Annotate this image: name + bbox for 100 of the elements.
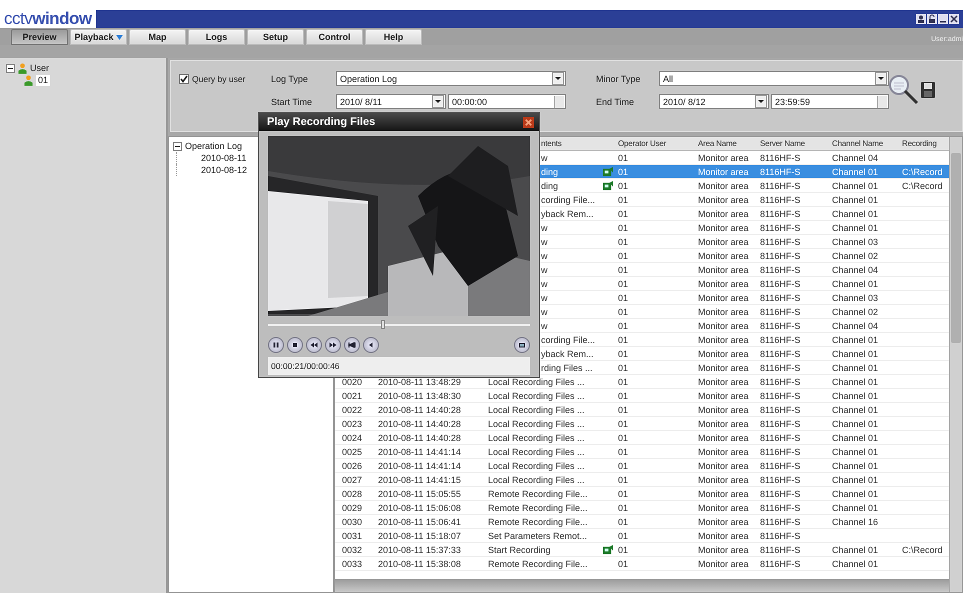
table-cell: ding xyxy=(541,180,558,190)
table-cell: 8116HF-S xyxy=(760,418,800,428)
end-time-field[interactable]: 23:59:59 xyxy=(771,94,889,109)
end-date-field[interactable]: 2010/ 8/12 xyxy=(659,94,769,109)
table-cell: cording File... xyxy=(541,334,596,344)
user-icon xyxy=(18,62,27,74)
table-cell: 2010-08-11 15:06:41 xyxy=(378,516,461,526)
log-type-label: Log Type xyxy=(271,74,309,84)
nav-tab[interactable]: Playback xyxy=(70,29,127,45)
seek-thumb[interactable] xyxy=(381,320,386,329)
table-cell: Monitor area xyxy=(698,306,749,316)
table-cell: Channel 01 xyxy=(832,446,878,456)
tree-item[interactable]: 2010-08-12 xyxy=(201,164,248,176)
table-cell: w xyxy=(541,278,548,288)
log-type-dropdown[interactable]: Operation Log xyxy=(336,71,566,86)
minor-type-dropdown[interactable]: All xyxy=(659,71,889,86)
table-cell: 01 xyxy=(618,446,628,456)
snapshot-button[interactable] xyxy=(514,337,530,353)
start-time-field[interactable]: 00:00:00 xyxy=(448,94,566,109)
column-header[interactable]: Area Name xyxy=(695,139,757,148)
table-cell: Set Parameters Remot... xyxy=(488,530,588,540)
lock-icon[interactable] xyxy=(927,14,937,24)
table-cell: 01 xyxy=(618,516,628,526)
close-icon[interactable] xyxy=(523,116,534,128)
table-cell: 8116HF-S xyxy=(760,502,800,512)
start-date-field[interactable]: 2010/ 8/11 xyxy=(336,94,446,109)
table-cell: 8116HF-S xyxy=(760,194,800,204)
column-header[interactable]: Server Name xyxy=(757,139,829,148)
table-cell: 8116HF-S xyxy=(760,488,800,498)
table-cell: 8116HF-S xyxy=(760,404,800,414)
table-cell: Monitor area xyxy=(698,432,749,442)
table-cell: 01 xyxy=(618,530,628,540)
table-cell: 01 xyxy=(618,320,628,330)
table-cell: 01 xyxy=(618,292,628,302)
nav-tab[interactable]: Logs xyxy=(188,29,245,45)
table-cell: Local Recording Files ... xyxy=(488,460,585,470)
search-icon[interactable] xyxy=(889,75,919,105)
nav-tab[interactable]: Map xyxy=(129,29,186,45)
table-cell: 0021 xyxy=(342,390,362,400)
table-cell: w xyxy=(541,292,548,302)
table-cell: 0024 xyxy=(342,432,362,442)
table-cell: 01 xyxy=(618,180,628,190)
pause-button[interactable] xyxy=(268,337,284,353)
seek-slider[interactable] xyxy=(268,320,530,330)
table-cell: 0025 xyxy=(342,446,362,456)
query-by-user-checkbox[interactable]: Query by user xyxy=(179,74,271,84)
table-cell: Local Recording Files ... xyxy=(488,418,585,428)
table-cell: 01 xyxy=(618,348,628,358)
tree-item[interactable]: User xyxy=(30,62,50,74)
table-cell: Channel 01 xyxy=(832,334,878,344)
minimize-icon[interactable] xyxy=(938,14,948,24)
tree-item[interactable]: Operation Log xyxy=(185,140,242,152)
table-cell: Channel 02 xyxy=(832,306,878,316)
table-cell: 0032 xyxy=(342,544,362,554)
tree-item[interactable]: 01 xyxy=(36,74,50,86)
collapse-icon[interactable] xyxy=(6,64,15,72)
table-cell: 01 xyxy=(618,460,628,470)
table-cell: Channel 04 xyxy=(832,320,878,330)
table-cell: 8116HF-S xyxy=(760,390,800,400)
table-cell: Channel 01 xyxy=(832,194,878,204)
table-cell: 01 xyxy=(618,334,628,344)
table-cell: Channel 01 xyxy=(832,222,878,232)
table-cell: 8116HF-S xyxy=(760,376,800,386)
fast-forward-button[interactable] xyxy=(325,337,341,353)
table-cell: 0022 xyxy=(342,404,362,414)
nav-tab[interactable]: Help xyxy=(365,29,422,45)
table-cell: Channel 01 xyxy=(832,558,878,568)
save-icon[interactable] xyxy=(921,82,935,98)
nav-tab[interactable]: Preview xyxy=(11,29,68,45)
rewind-button[interactable] xyxy=(306,337,322,353)
table-cell: 8116HF-S xyxy=(760,320,800,330)
table-cell: Monitor area xyxy=(698,292,749,302)
stop-button[interactable] xyxy=(287,337,303,353)
close-icon[interactable] xyxy=(949,14,959,24)
table-cell: 0029 xyxy=(342,502,362,512)
user-icon[interactable] xyxy=(916,14,926,24)
check-icon xyxy=(180,74,188,82)
table-cell: Local Recording Files ... xyxy=(488,432,585,442)
table-cell: C:\Record xyxy=(902,544,943,554)
table-cell: Monitor area xyxy=(698,376,749,386)
table-cell: Channel 01 xyxy=(832,180,878,190)
table-cell: C:\Record xyxy=(902,180,943,190)
table-cell: Monitor area xyxy=(698,166,749,176)
nav-tab[interactable]: Setup xyxy=(247,29,304,45)
table-cell: 0033 xyxy=(342,558,362,568)
vertical-scrollbar[interactable] xyxy=(949,137,962,592)
table-cell: w xyxy=(541,264,548,274)
step-button[interactable] xyxy=(344,337,360,353)
table-cell: 2010-08-11 15:06:08 xyxy=(378,502,461,512)
column-header[interactable]: Channel Name xyxy=(829,139,899,148)
column-header[interactable]: Operator User xyxy=(615,139,695,148)
table-cell: Channel 01 xyxy=(832,278,878,288)
nav-tab[interactable]: Control xyxy=(306,29,363,45)
collapse-icon[interactable] xyxy=(173,142,182,150)
back-button[interactable] xyxy=(363,337,379,353)
app-logo: cctvwindow xyxy=(0,10,96,28)
table-cell: Monitor area xyxy=(698,278,749,288)
column-header[interactable]: Recording xyxy=(899,139,949,148)
horizontal-scrollbar[interactable] xyxy=(335,579,949,592)
tree-item[interactable]: 2010-08-11 xyxy=(201,152,246,164)
